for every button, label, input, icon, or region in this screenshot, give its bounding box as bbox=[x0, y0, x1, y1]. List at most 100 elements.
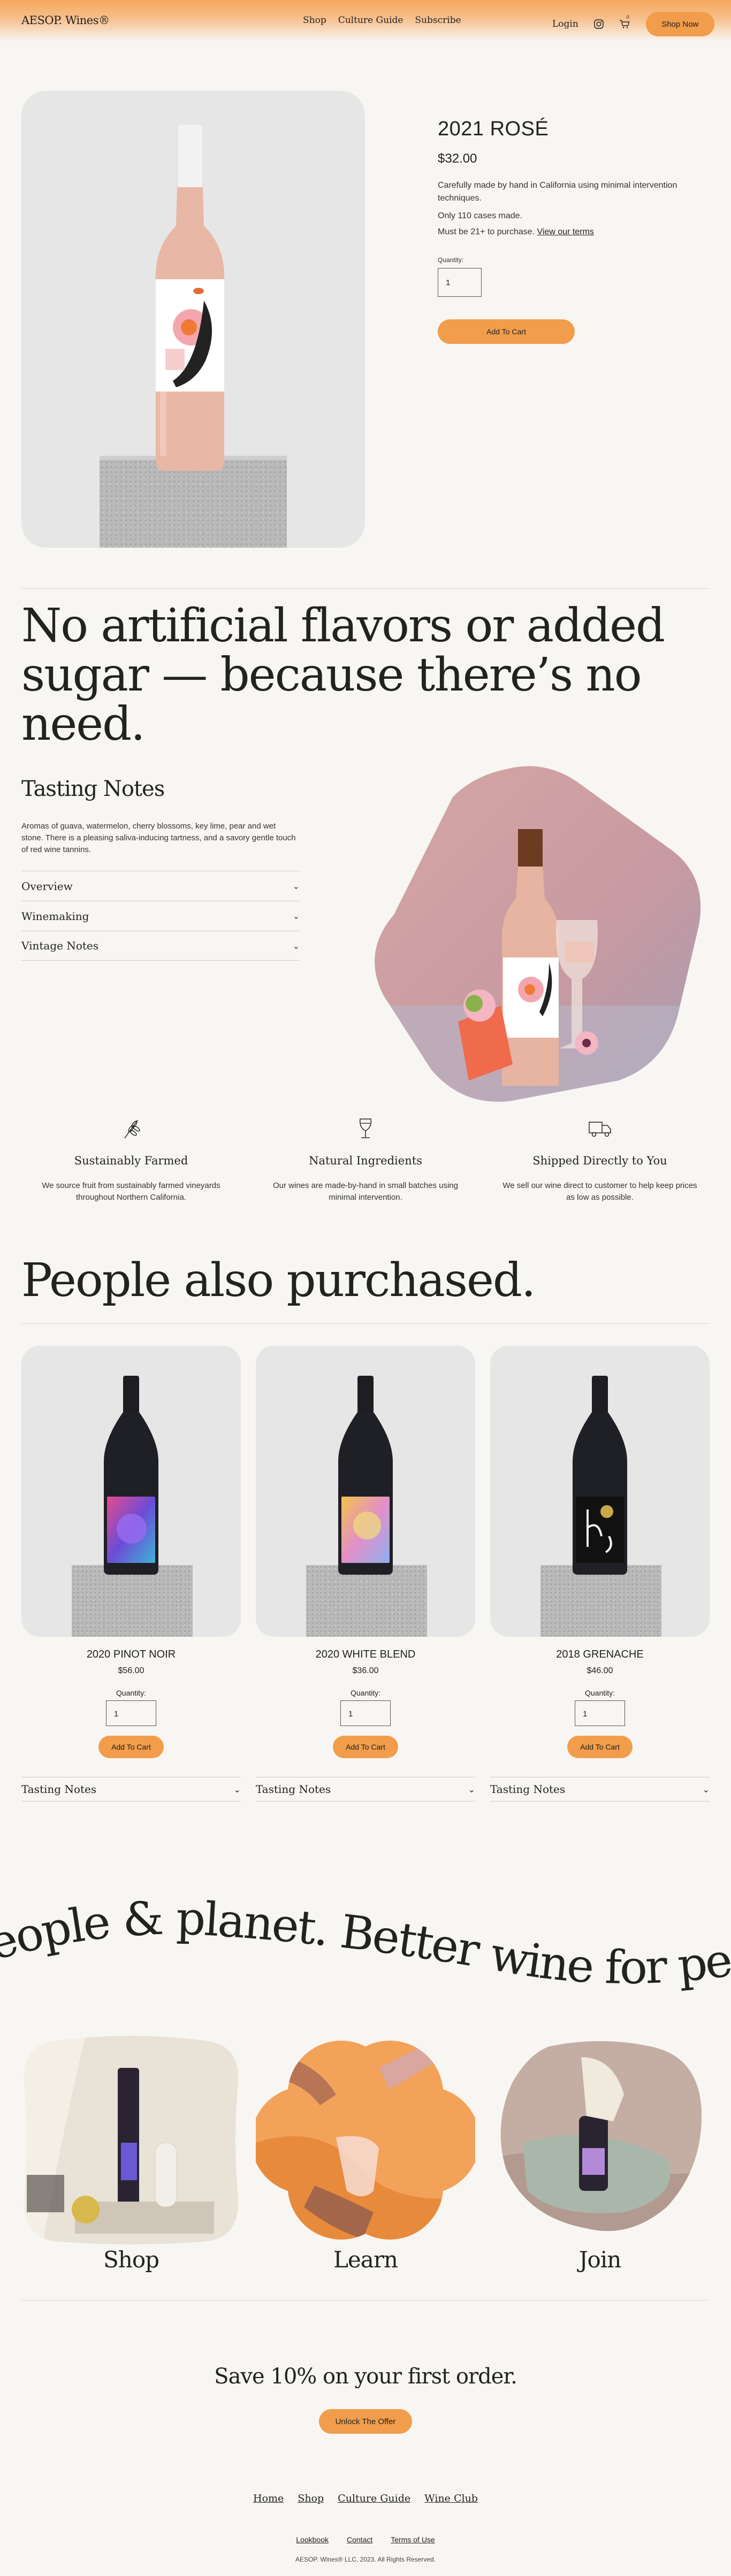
nav-shop[interactable]: Shop bbox=[303, 15, 326, 26]
footer-links: Lookbook Contact Terms of Use bbox=[0, 2535, 731, 2544]
terms-link[interactable]: View our terms bbox=[537, 227, 593, 236]
feature-sustainably-farmed: Sustainably Farmed We source fruit from … bbox=[17, 1116, 245, 1203]
accordion-label: Tasting Notes bbox=[21, 1783, 97, 1796]
accordion-label: Vintage Notes bbox=[21, 939, 99, 952]
cart-icon[interactable]: 0 bbox=[619, 14, 630, 29]
feature-text: We source fruit from sustainably farmed … bbox=[42, 1181, 220, 1202]
add-to-cart-button[interactable]: Add To Cart bbox=[98, 1736, 164, 1758]
stone-pedestal bbox=[306, 1565, 427, 1637]
chevron-down-icon: ⌄ bbox=[468, 1784, 475, 1795]
accordion-vintage-notes[interactable]: Vintage Notes ⌄ bbox=[21, 931, 300, 961]
svg-text:people & planet. Better wine: people & planet. Better wine for people … bbox=[0, 1888, 731, 1995]
product-card-white-blend: 2020 WHITE BLEND $36.00 Quantity: 1 Add … bbox=[256, 1346, 475, 1758]
login-link[interactable]: Login bbox=[552, 19, 578, 29]
product-card-pinot-noir: 2020 PINOT NOIR $56.00 Quantity: 1 Add T… bbox=[21, 1346, 241, 1758]
quantity-input[interactable]: 1 bbox=[106, 1700, 156, 1726]
card-tasting-notes-accordion[interactable]: Tasting Notes ⌄ bbox=[256, 1777, 475, 1801]
card-tasting-notes-accordion[interactable]: Tasting Notes ⌄ bbox=[490, 1777, 710, 1801]
tile-label-learn[interactable]: Learn bbox=[256, 2247, 475, 2273]
shop-now-button[interactable]: Shop Now bbox=[645, 12, 714, 36]
age-notice-row: Must be 21+ to purchase. View our terms bbox=[438, 227, 716, 237]
chevron-down-icon: ⌄ bbox=[292, 881, 300, 891]
offer-title: Save 10% on your first order. bbox=[214, 2364, 517, 2389]
quantity-label: Quantity: bbox=[584, 1689, 615, 1697]
section-divider bbox=[21, 1323, 710, 1324]
product-card-price: $46.00 bbox=[587, 1666, 613, 1675]
add-to-cart-button[interactable]: Add To Cart bbox=[567, 1736, 633, 1758]
wine-glass-icon bbox=[359, 1118, 372, 1138]
tasting-notes-text: Aromas of guava, watermelon, cherry blos… bbox=[21, 822, 296, 854]
accordion-label: Winemaking bbox=[21, 909, 89, 923]
footer-nav-home[interactable]: Home bbox=[253, 2493, 284, 2504]
footer-link-terms[interactable]: Terms of Use bbox=[391, 2535, 435, 2544]
site-logo[interactable]: AESOP. Wines® bbox=[21, 14, 110, 27]
lifestyle-blob-image bbox=[372, 765, 707, 1102]
feature-title: Natural Ingredients bbox=[309, 1154, 422, 1167]
product-price: $32.00 bbox=[438, 151, 477, 166]
quantity-label: Quantity: bbox=[350, 1689, 381, 1697]
also-purchased-title: People also purchased. bbox=[21, 1254, 536, 1307]
add-to-cart-button[interactable]: Add To Cart bbox=[333, 1736, 398, 1758]
footer-nav-shop[interactable]: Shop bbox=[298, 2493, 324, 2504]
feature-title: Shipped Directly to You bbox=[532, 1154, 667, 1167]
main-nav: Shop Culture Guide Subscribe bbox=[303, 15, 461, 26]
instagram-icon[interactable] bbox=[593, 19, 604, 29]
headline: No artificial flavors or added sugar — b… bbox=[21, 599, 665, 751]
chevron-down-icon: ⌄ bbox=[702, 1784, 710, 1795]
site-header: AESOP. Wines® Shop Culture Guide Subscri… bbox=[0, 0, 731, 42]
stone-pedestal bbox=[72, 1565, 193, 1637]
feature-text: Our wines are made-by-hand in small batc… bbox=[272, 1181, 458, 1202]
footer-nav-culture-guide[interactable]: Culture Guide bbox=[338, 2493, 410, 2504]
cases-note: Only 110 cases made. bbox=[438, 211, 523, 220]
header-actions: Login 0 Shop Now bbox=[552, 12, 714, 36]
grenache-bottle-image bbox=[573, 1376, 627, 1575]
product-card-grenache: 2018 GRENACHE $46.00 Quantity: 1 Add To … bbox=[490, 1346, 710, 1758]
feature-shipped-directly: Shipped Directly to You We sell our wine… bbox=[486, 1116, 714, 1203]
copyright-text: AESOP. Wines® LLC, 2023. All Rights Rese… bbox=[295, 2556, 436, 2563]
feature-text: We sell our wine direct to customer to h… bbox=[502, 1181, 697, 1202]
chevron-down-icon: ⌄ bbox=[292, 911, 300, 921]
accordion-label: Tasting Notes bbox=[490, 1783, 566, 1796]
product-card-price: $36.00 bbox=[352, 1666, 379, 1675]
white-blend-bottle-image bbox=[338, 1376, 393, 1575]
tile-label-shop[interactable]: Shop bbox=[21, 2247, 241, 2273]
accordion-winemaking[interactable]: Winemaking ⌄ bbox=[21, 901, 300, 931]
stone-pedestal bbox=[100, 460, 287, 548]
section-divider bbox=[21, 2300, 710, 2301]
tile-label-join[interactable]: Join bbox=[490, 2247, 710, 2273]
product-title: 2021 ROSÉ bbox=[438, 118, 549, 140]
product-card-image[interactable] bbox=[256, 1346, 475, 1637]
wheat-icon bbox=[124, 1120, 140, 1139]
tile-shop-image[interactable] bbox=[21, 2036, 241, 2247]
tile-join-image[interactable] bbox=[490, 2036, 710, 2247]
unlock-offer-button[interactable]: Unlock The Offer bbox=[319, 2409, 412, 2434]
quantity-input[interactable]: 1 bbox=[340, 1700, 391, 1726]
nav-subscribe[interactable]: Subscribe bbox=[415, 15, 461, 26]
tile-learn-image[interactable] bbox=[256, 2036, 475, 2247]
accordion-label: Tasting Notes bbox=[256, 1783, 331, 1796]
product-hero-image bbox=[21, 91, 365, 548]
rose-bottle-image bbox=[155, 124, 225, 471]
nav-culture-guide[interactable]: Culture Guide bbox=[338, 15, 403, 26]
accordion-overview[interactable]: Overview ⌄ bbox=[21, 871, 300, 901]
footer-nav: Home Shop Culture Guide Wine Club bbox=[0, 2493, 731, 2504]
product-card-image[interactable] bbox=[21, 1346, 241, 1637]
product-card-image[interactable] bbox=[490, 1346, 710, 1637]
chevron-down-icon: ⌄ bbox=[292, 940, 300, 951]
pinot-noir-bottle-image bbox=[104, 1376, 158, 1575]
cart-count-badge: 0 bbox=[626, 14, 629, 20]
age-notice: Must be 21+ to purchase. bbox=[438, 227, 535, 236]
quantity-label: Quantity: bbox=[116, 1689, 147, 1697]
footer-nav-wine-club[interactable]: Wine Club bbox=[424, 2493, 478, 2504]
product-card-name: 2018 GRENACHE bbox=[556, 1649, 644, 1660]
quantity-input[interactable]: 1 bbox=[575, 1700, 625, 1726]
quantity-input[interactable]: 1 bbox=[438, 268, 482, 297]
feature-title: Sustainably Farmed bbox=[74, 1154, 188, 1167]
footer-link-lookbook[interactable]: Lookbook bbox=[296, 2535, 329, 2544]
footer-link-contact[interactable]: Contact bbox=[347, 2535, 372, 2544]
tagline-text: people & planet. Better wine for people … bbox=[0, 1888, 731, 1995]
chevron-down-icon: ⌄ bbox=[233, 1784, 241, 1795]
card-tasting-notes-accordion[interactable]: Tasting Notes ⌄ bbox=[21, 1777, 241, 1801]
add-to-cart-button[interactable]: Add To Cart bbox=[438, 319, 575, 344]
feature-natural-ingredients: Natural Ingredients Our wines are made-b… bbox=[252, 1116, 479, 1203]
